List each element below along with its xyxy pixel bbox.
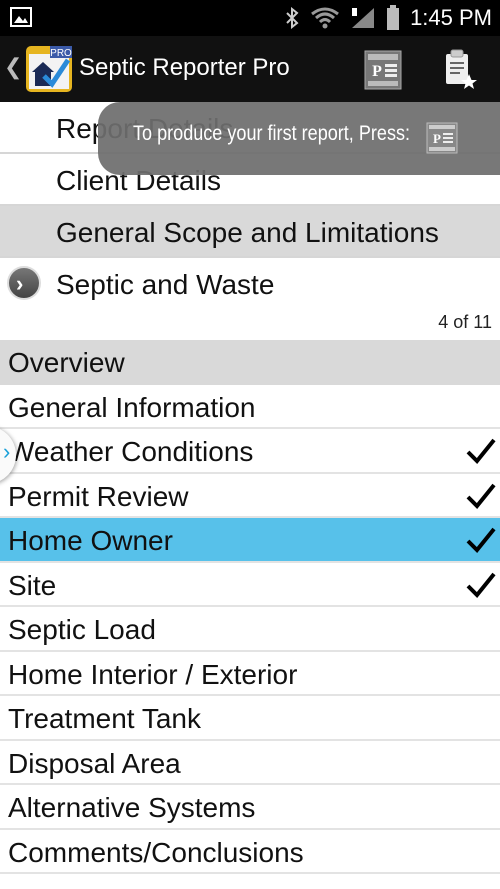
list-item[interactable]: Home Interior / Exterior bbox=[0, 652, 500, 696]
status-bar: 1:45 PM bbox=[0, 0, 500, 36]
svg-text:P: P bbox=[372, 63, 382, 80]
clipboard-favorites-icon[interactable] bbox=[440, 48, 478, 92]
tab-general-scope[interactable]: General Scope and Limitations bbox=[0, 206, 500, 258]
list-item[interactable]: Disposal Area bbox=[0, 741, 500, 785]
gallery-notification-icon bbox=[10, 7, 32, 27]
chevron-right-circle-icon: › bbox=[7, 266, 41, 300]
list-item-label: Site bbox=[8, 569, 57, 601]
back-chevron-icon[interactable]: ❮ bbox=[4, 54, 22, 80]
list-item-label: Disposal Area bbox=[8, 747, 181, 779]
list-item[interactable]: General Information bbox=[0, 385, 500, 429]
pdf-report-icon[interactable]: P bbox=[364, 50, 402, 90]
list-item[interactable]: Permit Review bbox=[0, 474, 500, 518]
list-item-label: Home Owner bbox=[8, 525, 173, 556]
app-title: Septic Reporter Pro bbox=[79, 54, 290, 81]
list-header: Overview bbox=[0, 340, 500, 385]
tab-label: Septic and Waste bbox=[56, 269, 275, 300]
list-item-label: Home Interior / Exterior bbox=[8, 658, 298, 690]
list-header-label: Overview bbox=[8, 347, 125, 378]
list-item-label: Alternative Systems bbox=[8, 792, 256, 823]
checkmark-icon bbox=[466, 527, 496, 553]
chevron-right-icon: › bbox=[3, 439, 11, 464]
list-item-label: Permit Review bbox=[8, 480, 189, 512]
list-item-label: Comments/Conclusions bbox=[8, 836, 304, 868]
list-item[interactable]: Site bbox=[0, 563, 500, 607]
bluetooth-icon bbox=[286, 7, 299, 29]
battery-icon bbox=[387, 5, 400, 30]
signal-icon bbox=[352, 8, 375, 28]
action-bar: ❮ PRO Septic Reporter Pro P bbox=[0, 36, 500, 102]
checkmark-icon bbox=[466, 572, 496, 598]
svg-text:P: P bbox=[433, 131, 441, 146]
list-item-label: Treatment Tank bbox=[8, 703, 201, 734]
checkmark-icon bbox=[466, 483, 496, 509]
checkmark-icon bbox=[466, 438, 496, 464]
list-item-label: General Information bbox=[8, 391, 256, 423]
page-indicator: 4 of 11 bbox=[438, 312, 492, 332]
list-item-label: Weather Conditions bbox=[8, 436, 254, 467]
clock: 1:45 PM bbox=[410, 5, 492, 30]
wifi-icon bbox=[311, 7, 339, 29]
toast-message: To produce your first report, Press: bbox=[133, 122, 411, 145]
list-item[interactable]: Alternative Systems bbox=[0, 785, 500, 830]
tab-label: General Scope and Limitations bbox=[56, 217, 439, 248]
list-item[interactable]: Septic Load bbox=[0, 607, 500, 652]
pdf-report-icon: P bbox=[426, 122, 458, 154]
list-item-selected[interactable]: Home Owner bbox=[0, 518, 500, 563]
hint-toast: To produce your first report, Press: P bbox=[98, 102, 500, 175]
section-list: Overview General Information Weather Con… bbox=[0, 340, 500, 874]
tab-septic-and-waste[interactable]: › Septic and Waste bbox=[0, 258, 500, 310]
app-logo-icon[interactable]: PRO bbox=[26, 46, 72, 92]
list-item[interactable]: Weather Conditions bbox=[0, 429, 500, 474]
list-item[interactable]: Comments/Conclusions bbox=[0, 830, 500, 874]
list-item-label: Septic Load bbox=[8, 614, 156, 645]
list-item[interactable]: Treatment Tank bbox=[0, 696, 500, 741]
pro-badge: PRO bbox=[50, 48, 72, 59]
